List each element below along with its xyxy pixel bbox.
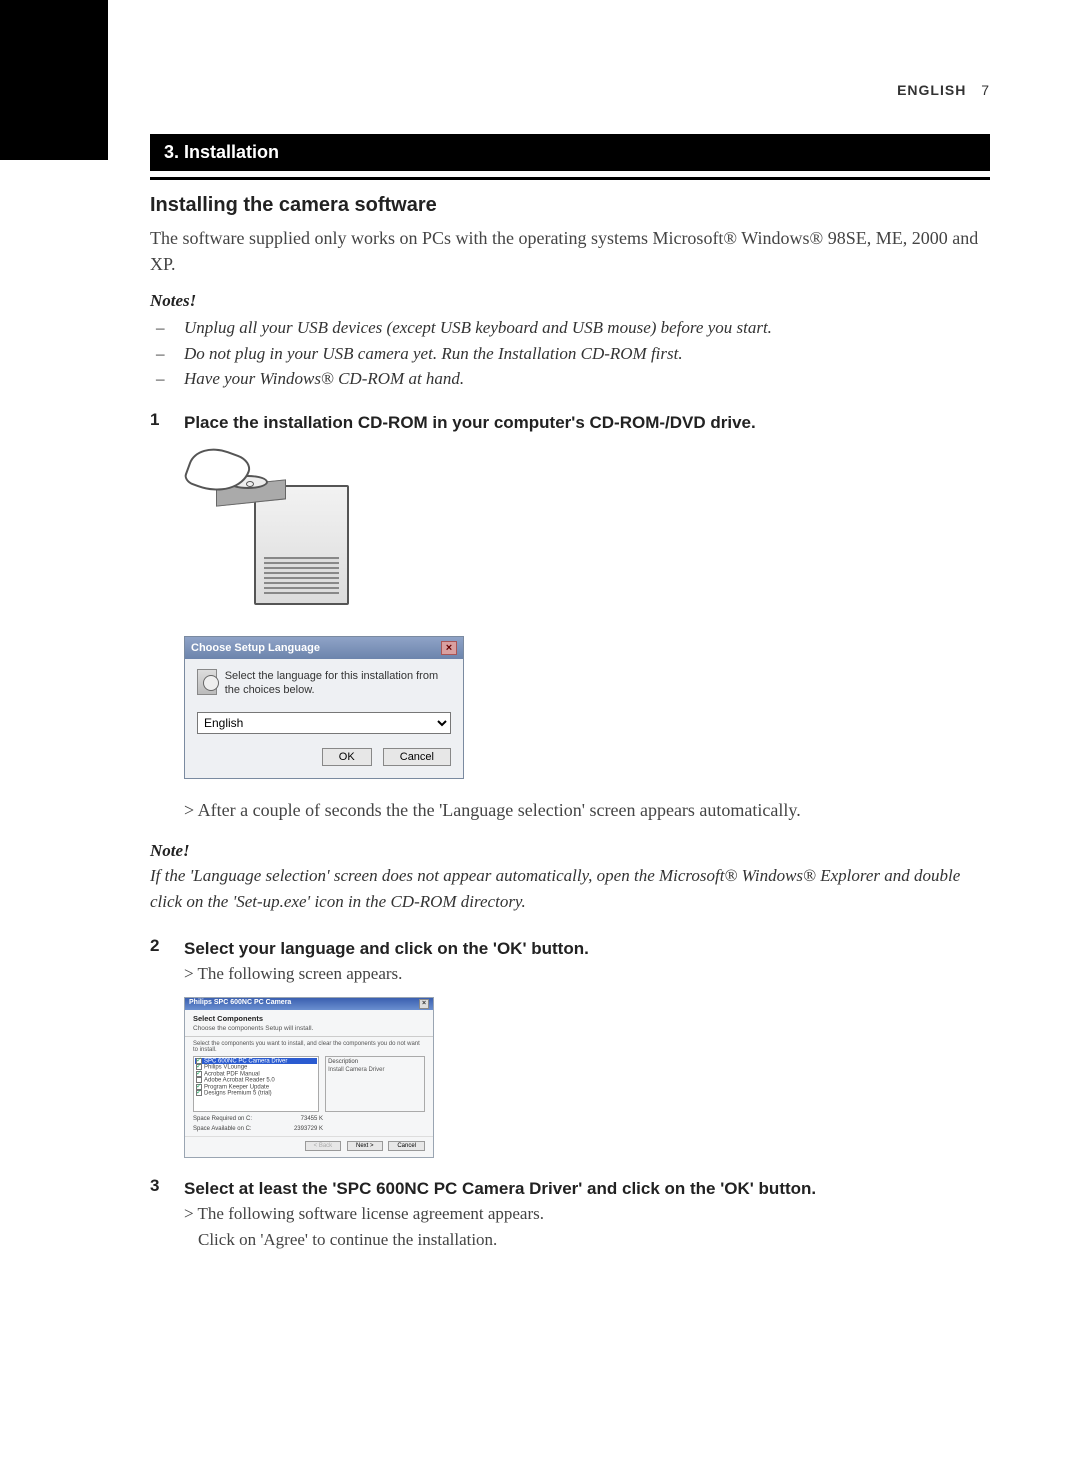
dialog2-sub: Choose the components Setup will install…	[185, 1025, 433, 1037]
step-text: Place the installation CD-ROM in your co…	[184, 410, 756, 436]
list-item[interactable]: Adobe Acrobat Reader 5.0	[204, 1078, 275, 1084]
dialog2-instruction: Select the components you want to instal…	[193, 1041, 425, 1053]
close-icon[interactable]: ×	[441, 641, 457, 655]
space-available-label: Space Available on C:	[193, 1126, 252, 1132]
list-item[interactable]: Philips VLounge	[204, 1065, 247, 1071]
step-2: 2 Select your language and click on the …	[150, 936, 990, 987]
notes-heading: Notes!	[150, 291, 990, 311]
next-button[interactable]: Next >	[347, 1141, 383, 1151]
note-body: If the 'Language selection' screen does …	[150, 863, 990, 916]
notes-list: Unplug all your USB devices (except USB …	[150, 315, 990, 392]
dialog2-heading: Select Components	[185, 1010, 433, 1025]
step1-result: > After a couple of seconds the the 'Lan…	[184, 797, 990, 823]
left-black-bar	[0, 0, 108, 160]
back-button: < Back	[305, 1141, 342, 1151]
language-select[interactable]: English	[197, 712, 451, 734]
dialog2-title: Philips SPC 600NC PC Camera	[189, 999, 291, 1009]
step-number: 3	[150, 1176, 184, 1253]
computer-tower-icon	[254, 485, 349, 605]
step3-result2: Click on 'Agree' to continue the install…	[198, 1227, 816, 1253]
globe-icon	[197, 669, 217, 695]
list-item: Do not plug in your USB camera yet. Run …	[150, 341, 990, 367]
page-header: ENGLISH 7	[150, 82, 990, 98]
close-icon[interactable]: ×	[419, 999, 429, 1009]
hand-icon	[188, 449, 258, 499]
step-number: 2	[150, 936, 184, 987]
dialog-message: Select the language for this installatio…	[225, 669, 451, 698]
space-available-value: 2393729 K	[294, 1126, 323, 1132]
section-rule	[150, 177, 990, 180]
list-item[interactable]: Designs Premium 5 (trial)	[204, 1091, 272, 1097]
cancel-button[interactable]: Cancel	[388, 1141, 425, 1151]
intro-paragraph: The software supplied only works on PCs …	[150, 225, 990, 277]
description-text: Install Camera Driver	[328, 1067, 422, 1073]
subsection-title: Installing the camera software	[150, 194, 990, 217]
step-text: Select your language and click on the 'O…	[184, 936, 589, 962]
note-heading: Note!	[150, 841, 990, 861]
list-item: Unplug all your USB devices (except USB …	[150, 315, 990, 341]
ok-button[interactable]: OK	[322, 748, 372, 766]
note-block: Note! If the 'Language selection' screen…	[150, 841, 990, 916]
step-text: Select at least the 'SPC 600NC PC Camera…	[184, 1176, 816, 1202]
space-required-label: Space Required on C:	[193, 1116, 252, 1122]
step3-result1: > The following software license agreeme…	[184, 1201, 816, 1227]
page-number: 7	[981, 82, 990, 98]
dialog-title: Choose Setup Language	[191, 642, 320, 654]
checkbox-icon[interactable]	[196, 1071, 202, 1077]
description-label: Description	[328, 1059, 422, 1065]
section-title: 3. Installation	[150, 134, 990, 171]
checkbox-icon[interactable]	[196, 1090, 202, 1096]
list-item: Have your Windows® CD-ROM at hand.	[150, 366, 990, 392]
language-label: ENGLISH	[897, 82, 966, 98]
step2-result: > The following screen appears.	[184, 961, 589, 987]
step-number: 1	[150, 410, 184, 436]
choose-language-dialog: Choose Setup Language × Select the langu…	[184, 636, 464, 779]
components-listbox[interactable]: SPC 600NC PC Camera Driver Philips VLoun…	[193, 1056, 319, 1112]
cancel-button[interactable]: Cancel	[383, 748, 451, 766]
description-box: Description Install Camera Driver	[325, 1056, 425, 1112]
step-3: 3 Select at least the 'SPC 600NC PC Came…	[150, 1176, 990, 1253]
cd-insert-illustration	[184, 445, 990, 620]
step-1: 1 Place the installation CD-ROM in your …	[150, 410, 990, 436]
select-components-dialog: Philips SPC 600NC PC Camera × Select Com…	[184, 997, 434, 1158]
space-required-value: 73455 K	[301, 1116, 323, 1122]
